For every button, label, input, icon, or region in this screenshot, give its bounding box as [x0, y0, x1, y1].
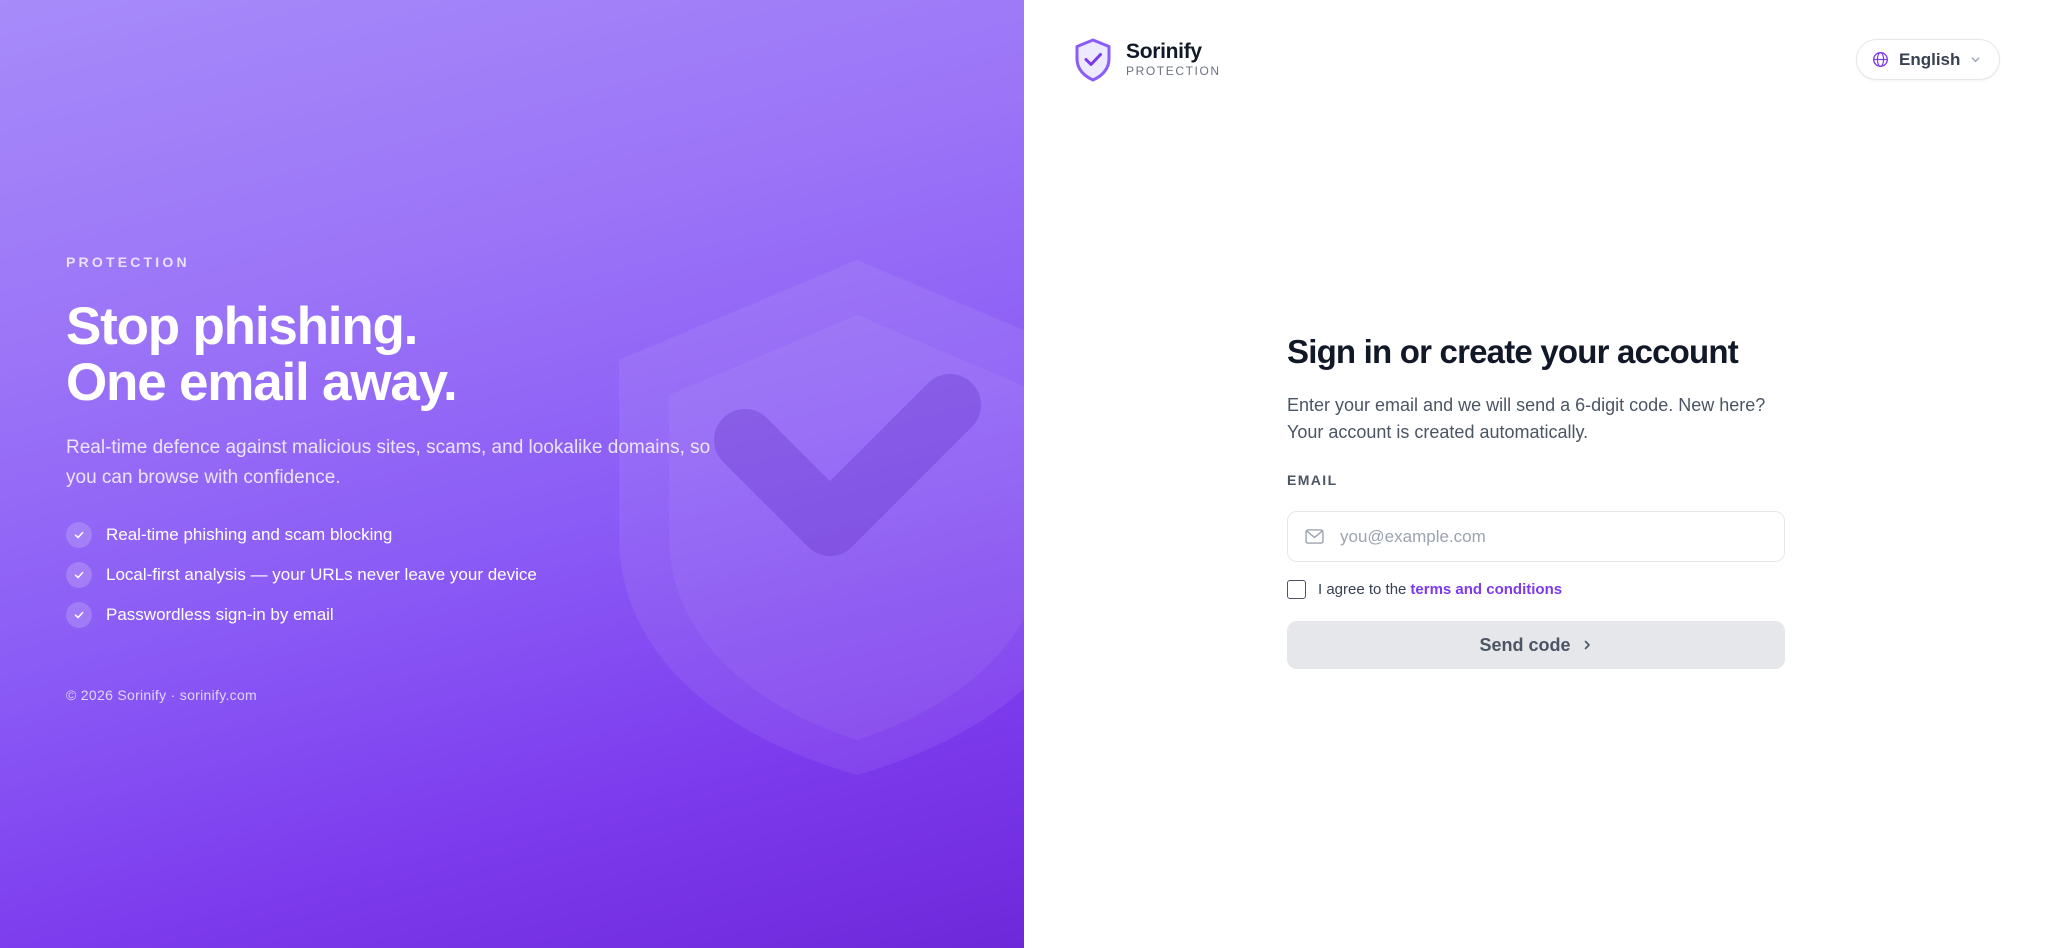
feature-label: Passwordless sign-in by email — [106, 605, 334, 624]
hero-headline-line1: Stop phishing. — [66, 297, 418, 356]
feature-item: Local-first analysis — your URLs never l… — [66, 555, 746, 595]
feature-label: Real-time phishing and scam blocking — [106, 525, 393, 544]
signin-form: Sign in or create your account Enter you… — [1287, 330, 1785, 669]
email-input[interactable] — [1340, 526, 1760, 547]
check-icon — [66, 602, 92, 628]
form-title: Sign in or create your account — [1287, 333, 1739, 370]
hero-subtext: Real-time defence against malicious site… — [66, 437, 711, 488]
feature-label: Local-first analysis — your URLs never l… — [106, 565, 537, 584]
chevron-right-icon — [1584, 640, 1590, 650]
signin-panel: Sorinify PROTECTION English Sign in or c… — [1024, 0, 2048, 948]
hero-eyebrow: PROTECTION — [66, 254, 190, 270]
language-label: English — [1899, 49, 1961, 69]
form-description: Enter your email and we will send a 6-di… — [1287, 395, 1766, 442]
brand-name: Sorinify — [1126, 40, 1202, 63]
mail-icon — [1305, 529, 1324, 544]
terms-agreement: I agree to the terms and conditions — [1287, 580, 1785, 599]
shield-check-icon — [1075, 38, 1111, 82]
hero-content: PROTECTION Stop phishing. One email away… — [66, 254, 746, 703]
terms-checkbox[interactable] — [1287, 580, 1306, 599]
hero-headline: Stop phishing. One email away. — [66, 299, 746, 411]
globe-icon — [1873, 52, 1888, 67]
email-field-wrapper[interactable] — [1287, 511, 1785, 562]
chevron-down-icon — [1972, 57, 1980, 63]
hero-headline-line2: One email away. — [66, 353, 458, 412]
feature-item: Real-time phishing and scam blocking — [66, 515, 746, 555]
brand-tagline: PROTECTION — [1126, 64, 1221, 78]
language-selector[interactable]: English — [1856, 39, 2000, 80]
feature-item: Passwordless sign-in by email — [66, 595, 746, 635]
agree-text: I agree to the — [1318, 581, 1407, 598]
brand[interactable]: Sorinify PROTECTION — [1074, 38, 1221, 82]
feature-list: Real-time phishing and scam blocking Loc… — [66, 515, 746, 635]
send-code-label: Send code — [1479, 634, 1571, 655]
check-icon — [66, 522, 92, 548]
send-code-button[interactable]: Send code — [1287, 621, 1785, 669]
terms-link[interactable]: terms and conditions — [1410, 581, 1562, 598]
brand-text: Sorinify PROTECTION — [1126, 41, 1221, 79]
copyright: © 2026 Sorinify · sorinify.com — [66, 687, 258, 703]
check-icon — [66, 562, 92, 588]
hero-panel: PROTECTION Stop phishing. One email away… — [0, 0, 1024, 948]
email-label: EMAIL — [1287, 472, 1338, 488]
